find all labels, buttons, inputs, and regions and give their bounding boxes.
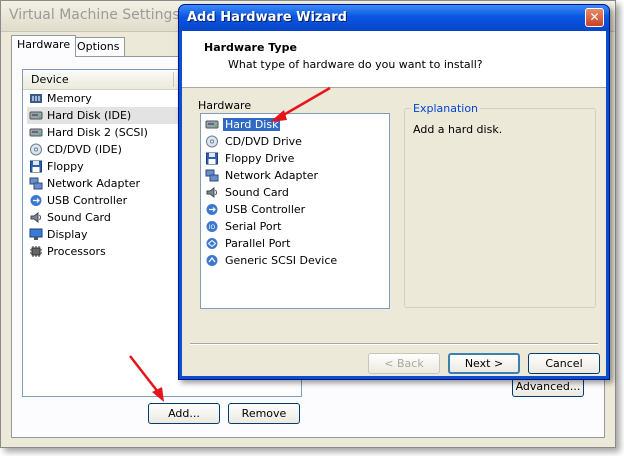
floppy-icon — [29, 160, 42, 173]
processor-icon — [29, 245, 42, 257]
hardware-type-list[interactable]: Hard Disk CD/DVD Drive Floppy Drive Network… — [200, 113, 390, 309]
hardware-item-label: Parallel Port — [225, 237, 291, 250]
hard-disk-icon — [29, 126, 43, 138]
sound-card-icon — [205, 186, 218, 198]
hardware-item-label: USB Controller — [225, 203, 306, 216]
hardware-item-label: CD/DVD Drive — [225, 135, 302, 148]
hardware-item-generic-scsi-device[interactable]: Generic SCSI Device — [203, 252, 387, 269]
usb-icon — [29, 194, 42, 206]
network-adapter-icon — [205, 169, 219, 182]
device-label: USB Controller — [47, 194, 128, 207]
serial-port-icon: IO — [205, 220, 218, 232]
device-label: Display — [47, 228, 88, 241]
device-label: Sound Card — [47, 211, 111, 224]
floppy-icon — [205, 152, 218, 165]
wizard-divider — [190, 343, 598, 345]
column-separator[interactable] — [173, 72, 174, 87]
usb-icon — [205, 203, 218, 215]
device-label: Hard Disk (IDE) — [47, 109, 132, 122]
scsi-icon — [205, 254, 218, 266]
network-adapter-icon — [29, 177, 43, 190]
tab-hardware[interactable]: Hardware — [11, 35, 77, 57]
hardware-item-usb-controller[interactable]: USB Controller — [203, 201, 387, 218]
next-button[interactable]: Next > — [448, 353, 520, 374]
wizard-body: Hardware Type What type of hardware do y… — [182, 31, 606, 376]
wizard-title: Add Hardware Wizard — [187, 10, 347, 25]
wizard-header-title: Hardware Type — [204, 41, 297, 54]
hardware-item-label: Sound Card — [225, 186, 289, 199]
wizard-titlebar[interactable]: Add Hardware Wizard ✕ — [179, 5, 609, 31]
hardware-item-label: Generic SCSI Device — [225, 254, 338, 267]
device-label: Hard Disk 2 (SCSI) — [47, 126, 148, 139]
hardware-item-label: Network Adapter — [225, 169, 319, 182]
hardware-type-rows: Hard Disk CD/DVD Drive Floppy Drive Network… — [203, 116, 387, 269]
add-button[interactable]: Add... — [148, 403, 220, 424]
hardware-list-label: Hardware — [198, 99, 252, 112]
memory-icon — [29, 92, 42, 104]
device-label: Memory — [47, 92, 92, 105]
close-icon[interactable]: ✕ — [585, 8, 604, 27]
svg-text:IO: IO — [209, 224, 216, 231]
device-label: Network Adapter — [47, 177, 141, 190]
remove-button[interactable]: Remove — [228, 403, 300, 424]
explanation-text: Add a hard disk. — [413, 123, 503, 136]
device-column-label: Device — [31, 73, 69, 86]
device-label: Floppy — [47, 160, 84, 173]
vm-settings-title: Virtual Machine Settings — [9, 7, 180, 23]
wizard-header: Hardware Type What type of hardware do y… — [182, 31, 606, 88]
cd-dvd-icon — [29, 143, 42, 156]
cd-dvd-icon — [205, 135, 218, 148]
hardware-item-network-adapter[interactable]: Network Adapter — [203, 167, 387, 184]
explanation-label: Explanation — [411, 102, 481, 115]
hardware-item-label: Serial Port — [225, 220, 282, 233]
hardware-item-label: Hard Disk — [223, 118, 281, 131]
wizard-header-subtitle: What type of hardware do you want to ins… — [228, 58, 483, 71]
hardware-item-label: Floppy Drive — [225, 152, 295, 165]
hardware-item-parallel-port[interactable]: Parallel Port — [203, 235, 387, 252]
parallel-port-icon — [205, 237, 218, 249]
explanation-group: Explanation Add a hard disk. — [404, 102, 596, 308]
hardware-item-floppy-drive[interactable]: Floppy Drive — [203, 150, 387, 167]
display-icon — [29, 228, 43, 240]
hardware-item-sound-card[interactable]: Sound Card — [203, 184, 387, 201]
add-hardware-wizard: Add Hardware Wizard ✕ Hardware Type What… — [178, 4, 610, 380]
tab-options[interactable]: Options — [71, 37, 126, 56]
device-label: Processors — [47, 245, 106, 258]
sound-card-icon — [29, 211, 42, 223]
hardware-item-cd-dvd-drive[interactable]: CD/DVD Drive — [203, 133, 387, 150]
hard-disk-icon — [205, 118, 219, 130]
hardware-item-serial-port[interactable]: IO Serial Port — [203, 218, 387, 235]
hard-disk-icon — [29, 109, 43, 121]
back-button[interactable]: < Back — [368, 353, 440, 374]
hardware-item-hard-disk[interactable]: Hard Disk — [203, 116, 387, 133]
cancel-button[interactable]: Cancel — [528, 353, 600, 374]
device-label: CD/DVD (IDE) — [47, 143, 122, 156]
